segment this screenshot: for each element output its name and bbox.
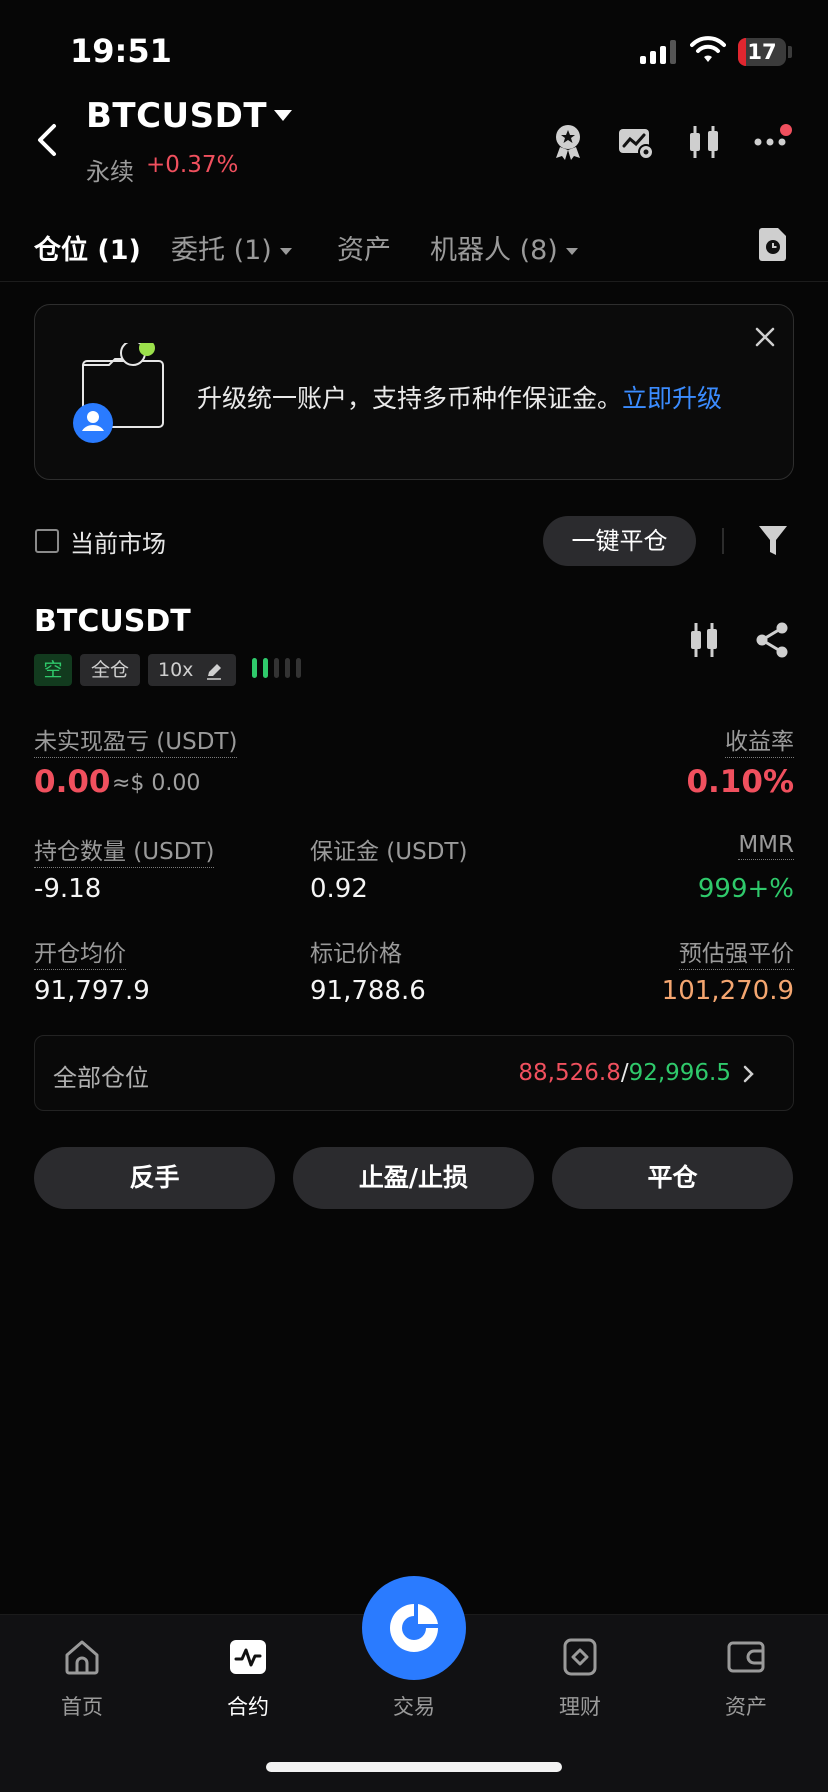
notification-dot — [780, 124, 792, 136]
contract-type: 永续 — [86, 158, 134, 186]
battery-icon: 17 — [738, 38, 786, 66]
current-market-label[interactable]: 当前市场 — [70, 524, 166, 559]
unrealized-pnl-usd: ≈$ 0.00 — [112, 771, 201, 796]
wifi-icon — [690, 36, 726, 62]
tab-orders[interactable]: 委托 (1) — [171, 228, 292, 267]
award-icon[interactable] — [548, 122, 588, 162]
back-arrow-icon[interactable] — [32, 122, 64, 158]
mark-price-value: 91,788.6 — [310, 976, 426, 1006]
close-position-button[interactable]: 平仓 — [552, 1147, 793, 1209]
liq-price-value: 101,270.9 — [661, 976, 794, 1006]
home-indicator — [266, 1762, 562, 1772]
all-positions-row[interactable]: 全部仓位 88,526.8/92,996.5 — [34, 1035, 794, 1111]
nav-earn[interactable]: 理财 — [520, 1637, 640, 1721]
symbol-title[interactable]: BTCUSDT — [86, 96, 267, 136]
banner-text: 升级统一账户，支持多币种作保证金。立即升级 — [197, 379, 722, 415]
earn-icon — [563, 1638, 597, 1676]
upgrade-banner: 升级统一账户，支持多币种作保证金。立即升级 — [34, 304, 794, 480]
mmr-label[interactable]: MMR — [738, 832, 794, 860]
side-tag: 空 — [34, 654, 72, 686]
margin-mode-tag[interactable]: 全仓 — [80, 654, 140, 686]
battery-tip — [788, 46, 792, 58]
upgrade-now-link[interactable]: 立即升级 — [622, 384, 722, 413]
mark-price-label: 标记价格 — [310, 941, 402, 967]
all-positions-label: 全部仓位 — [53, 1064, 149, 1092]
share-icon[interactable] — [754, 621, 790, 659]
roe-value: 0.10% — [686, 764, 794, 800]
position-tabs: 仓位 (1) 委托 (1) 资产 机器人 (8) — [0, 220, 828, 282]
mmr-value: 999+% — [697, 874, 794, 904]
nav-assets[interactable]: 资产 — [686, 1637, 806, 1721]
tab-assets-label: 资产 — [337, 235, 391, 266]
chevron-down-icon — [279, 248, 292, 255]
chart-settings-icon[interactable] — [616, 122, 656, 162]
battery-level: 17 — [747, 40, 777, 64]
leverage-tag[interactable]: 10x — [148, 654, 236, 686]
tab-positions-label: 仓位 (1) — [34, 235, 141, 266]
entry-price-label[interactable]: 开仓均价 — [34, 934, 126, 970]
all-positions-red-value: 88,526.8 — [518, 1060, 621, 1086]
edit-pencil-icon — [207, 663, 222, 680]
tab-orders-label: 委托 (1) — [171, 235, 272, 266]
nav-futures-label: 合约 — [227, 1695, 269, 1719]
all-positions-separator: / — [620, 1060, 629, 1086]
nav-earn-label: 理财 — [559, 1695, 601, 1719]
current-market-checkbox[interactable] — [35, 529, 59, 553]
margin-value: 0.92 — [310, 874, 368, 904]
tab-bots-label: 机器人 (8) — [430, 235, 558, 266]
position-size-label[interactable]: 持仓数量 (USDT) — [34, 832, 215, 868]
all-positions-green-value: 92,996.5 — [628, 1060, 731, 1086]
liq-price-label[interactable]: 预估强平价 — [679, 934, 794, 970]
roe-label[interactable]: 收益率 — [725, 722, 794, 758]
futures-icon — [230, 1640, 266, 1674]
chevron-right-icon — [743, 1065, 754, 1083]
cellular-signal-icon — [640, 40, 676, 64]
trade-icon — [390, 1604, 438, 1652]
close-all-button[interactable]: 一键平仓 — [543, 516, 696, 566]
nav-home-label: 首页 — [61, 1695, 103, 1719]
trade-fab-button[interactable] — [362, 1576, 466, 1680]
nav-home[interactable]: 首页 — [22, 1637, 142, 1721]
status-time: 19:51 — [70, 32, 172, 70]
status-bar: 19:51 17 — [0, 0, 828, 100]
unrealized-pnl-value: 0.00 — [34, 764, 111, 800]
candlestick-icon[interactable] — [684, 122, 724, 162]
all-positions-values: 88,526.8/92,996.5 — [518, 1060, 731, 1086]
leverage-value: 10x — [158, 659, 194, 681]
tab-bots[interactable]: 机器人 (8) — [430, 228, 578, 267]
price-change: +0.37% — [146, 152, 239, 178]
wallet-icon — [727, 1641, 765, 1673]
tab-assets[interactable]: 资产 — [337, 228, 391, 267]
filter-icon[interactable] — [758, 524, 788, 558]
margin-label: 保证金 (USDT) — [310, 839, 468, 865]
nav-trade-label: 交易 — [393, 1695, 435, 1719]
nav-assets-label: 资产 — [725, 1695, 767, 1719]
symbol-dropdown-icon[interactable] — [274, 110, 292, 121]
divider — [722, 528, 724, 554]
chevron-down-icon — [565, 248, 578, 255]
nav-futures[interactable]: 合约 — [188, 1637, 308, 1721]
tab-positions[interactable]: 仓位 (1) — [34, 228, 141, 267]
close-icon[interactable] — [753, 325, 777, 349]
position-symbol[interactable]: BTCUSDT — [34, 604, 191, 639]
auto-deleverage-indicator-icon — [252, 658, 312, 682]
entry-price-value: 91,797.9 — [34, 976, 150, 1006]
home-icon — [65, 1640, 99, 1675]
reverse-button[interactable]: 反手 — [34, 1147, 275, 1209]
banner-message: 升级统一账户，支持多币种作保证金。 — [197, 384, 623, 413]
candlestick-icon[interactable] — [686, 621, 722, 659]
unrealized-pnl-label[interactable]: 未实现盈亏 (USDT) — [34, 722, 238, 758]
position-size-value: -9.18 — [34, 874, 102, 904]
history-document-icon[interactable] — [758, 226, 788, 262]
unified-account-illustration-icon — [73, 343, 164, 443]
tp-sl-button[interactable]: 止盈/止损 — [293, 1147, 534, 1209]
